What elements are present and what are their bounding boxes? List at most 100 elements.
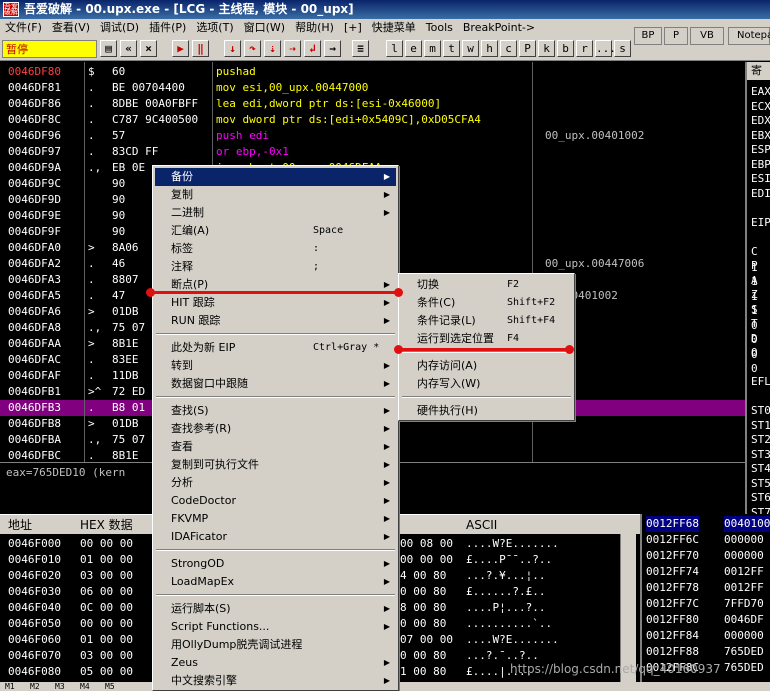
disasm-row[interactable]: 0046DF81. BE 00704400 mov esi,00_upx.00447…	[0, 80, 745, 96]
stack-row[interactable]: 0012FF78 0012FF	[642, 580, 770, 596]
execute-till-return-icon[interactable]: ↲	[304, 40, 321, 57]
stack-pane[interactable]: 0012FF68004010020012FF6C0000000012FF7000…	[640, 514, 770, 684]
view-button-3[interactable]: t	[443, 40, 460, 57]
menu-10[interactable]: BreakPoint->	[458, 19, 540, 37]
goto-icon[interactable]: →	[324, 40, 341, 57]
menu-item[interactable]: 硬件执行(H)	[401, 402, 572, 420]
disasm-row[interactable]: 0046DF80 $60 pushad	[0, 64, 745, 80]
menu-item[interactable]: Script Functions... ▶	[155, 618, 396, 636]
pause-icon[interactable]: ‖	[192, 40, 209, 57]
menu-item[interactable]: 转到 ▶	[155, 357, 396, 375]
stack-row[interactable]: 0012FF70 000000	[642, 548, 770, 564]
menu-7[interactable]: [+]	[339, 19, 367, 37]
disasm-row[interactable]: 0046DF86. 8DBE 00A0FBFF lea edi,dword ptr …	[0, 96, 745, 112]
menu-item[interactable]: 内存写入(W)	[401, 375, 572, 393]
menu-item[interactable]: Zeus ▶	[155, 654, 396, 672]
menu-0[interactable]: 文件(F)	[0, 19, 47, 37]
view-button-12[interactable]: s	[614, 40, 631, 57]
disasm-row[interactable]: 0046DF97. 83CD FF or ebp,-0x1	[0, 144, 745, 160]
menu-item[interactable]: 分析 ▶	[155, 474, 396, 492]
stack-row[interactable]: 0012FF80 0046DF	[642, 612, 770, 628]
menu-item[interactable]: 条件记录(L) Shift+F4	[401, 312, 572, 330]
bottom-tab-2[interactable]: M3	[50, 682, 75, 691]
menu-4[interactable]: 选项(T)	[191, 19, 238, 37]
view-button-10[interactable]: r	[576, 40, 593, 57]
view-button-11[interactable]: ...	[595, 40, 616, 57]
menu-5[interactable]: 窗口(W)	[239, 19, 290, 37]
menu-item[interactable]: 中文搜索引擎 ▶	[155, 672, 396, 690]
menu-item[interactable]: 此处为新 EIP Ctrl+Gray *	[155, 339, 396, 357]
menu-item[interactable]: 复制到可执行文件 ▶	[155, 456, 396, 474]
menu-6[interactable]: 帮助(H)	[290, 19, 339, 37]
bp-button[interactable]: BP	[634, 27, 662, 45]
notepad-button[interactable]: Notepad	[728, 27, 770, 45]
menu-item[interactable]: 注释;	[155, 258, 396, 276]
p-button[interactable]: P	[664, 27, 688, 45]
menu-item[interactable]: 二进制 ▶	[155, 204, 396, 222]
trace-over-icon[interactable]: ⇢	[284, 40, 301, 57]
menu-item[interactable]: 汇编(A) Space	[155, 222, 396, 240]
menu-item[interactable]: StrongOD ▶	[155, 555, 396, 573]
menu-8[interactable]: 快捷菜单	[367, 19, 421, 37]
menu-item[interactable]: CodeDoctor ▶	[155, 492, 396, 510]
menu-item[interactable]: 复制 ▶	[155, 186, 396, 204]
list-icon[interactable]: ≡	[352, 40, 369, 57]
menu-3[interactable]: 插件(P)	[144, 19, 191, 37]
stack-row[interactable]: 0012FF84 000000	[642, 628, 770, 644]
menu-9[interactable]: Tools	[421, 19, 458, 37]
menu-item[interactable]: LoadMapEx ▶	[155, 573, 396, 591]
close-icon[interactable]: ×	[140, 40, 157, 57]
dump-col-address[interactable]: 地址	[8, 515, 32, 535]
open-file-icon[interactable]: ▤	[100, 40, 117, 57]
menu-item[interactable]: 查看 ▶	[155, 438, 396, 456]
menu-item[interactable]: 查找参考(R) ▶	[155, 420, 396, 438]
view-button-7[interactable]: P	[519, 40, 536, 57]
registers-pane[interactable]: 寄 EAX ECX EDX EBX ESP EBP ESI EDI EIP C 1P 1A 1Z …	[745, 62, 770, 514]
menu-item[interactable]: 备份 ▶	[155, 168, 396, 186]
disasm-row[interactable]: 0046DF96. 57 push edi 00_upx.00401002	[0, 128, 745, 144]
menu-item[interactable]: 运行到选定位置 F4	[401, 330, 572, 348]
restart-icon[interactable]: «	[120, 40, 137, 57]
view-button-9[interactable]: b	[557, 40, 574, 57]
disasm-row[interactable]: 0046DF8C. C787 9C400500 mov dword ptr ds:[…	[0, 112, 745, 128]
stack-row[interactable]: 0012FF74 0012FF	[642, 564, 770, 580]
bottom-tab-3[interactable]: M4	[75, 682, 100, 691]
stack-row[interactable]: 0012FF68 00401002	[642, 516, 770, 532]
stack-row[interactable]: 0012FF88 765DED	[642, 644, 770, 660]
bottom-tab-1[interactable]: M2	[25, 682, 50, 691]
menu-1[interactable]: 查看(V)	[47, 19, 95, 37]
view-button-2[interactable]: m	[424, 40, 441, 57]
menu-item[interactable]: 查找(S) ▶	[155, 402, 396, 420]
step-over-icon[interactable]: ↷	[244, 40, 261, 57]
vb-button[interactable]: VB	[690, 27, 724, 45]
disasm-marker: >	[88, 417, 95, 430]
bottom-tab-4[interactable]: M5	[100, 682, 125, 691]
bottom-tab-0[interactable]: M1	[0, 682, 25, 691]
menu-item[interactable]: HIT 跟踪 ▶	[155, 294, 396, 312]
view-button-6[interactable]: c	[500, 40, 517, 57]
view-button-8[interactable]: k	[538, 40, 555, 57]
stack-row[interactable]: 0012FF7C 7FFD70	[642, 596, 770, 612]
view-button-4[interactable]: w	[462, 40, 479, 57]
menu-item[interactable]: 内存访问(A)	[401, 357, 572, 375]
menu-item[interactable]: RUN 跟踪 ▶	[155, 312, 396, 330]
step-into-icon[interactable]: ↓	[224, 40, 241, 57]
menu-item-label: 运行脚本(S)	[171, 602, 231, 615]
view-button-5[interactable]: h	[481, 40, 498, 57]
menu-item[interactable]: IDAFicator ▶	[155, 528, 396, 546]
view-button-0[interactable]: l	[386, 40, 403, 57]
menu-item[interactable]: 切换 F2	[401, 276, 572, 294]
menu-item[interactable]: 条件(C) Shift+F2	[401, 294, 572, 312]
trace-into-icon[interactable]: ⇣	[264, 40, 281, 57]
view-button-1[interactable]: e	[405, 40, 422, 57]
stack-row[interactable]: 0012FF6C 000000	[642, 532, 770, 548]
run-icon[interactable]: ▶	[172, 40, 189, 57]
menu-item[interactable]: FKVMP ▶	[155, 510, 396, 528]
menu-item[interactable]: 标签:	[155, 240, 396, 258]
menu-2[interactable]: 调试(D)	[95, 19, 144, 37]
dump-col-ascii[interactable]: ASCII	[466, 515, 497, 535]
menu-item[interactable]: 运行脚本(S) ▶	[155, 600, 396, 618]
menu-item[interactable]: 用OllyDump脱壳调试进程	[155, 636, 396, 654]
dump-col-hex[interactable]: HEX 数据	[80, 515, 133, 535]
menu-item[interactable]: 数据窗口中跟随 ▶	[155, 375, 396, 393]
